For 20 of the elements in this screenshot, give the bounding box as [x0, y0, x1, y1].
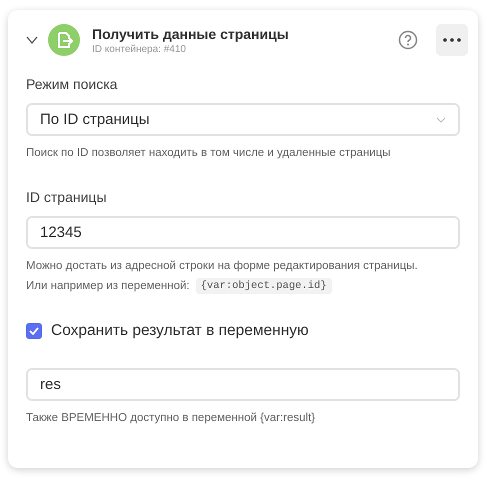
- field-label: ID страницы: [26, 189, 108, 205]
- code-snippet: {var:object.page.id}: [196, 278, 332, 294]
- container-id: ID контейнера: #410: [92, 44, 187, 54]
- input-field[interactable]: res: [26, 368, 460, 401]
- hint-text: Или например из переменной:: [26, 278, 190, 294]
- field-label: Режим поиска: [26, 76, 118, 92]
- hint-text: Поиск по ID позволяет находить в том числе и удаленные страницы: [26, 146, 392, 161]
- chevron-down-icon: [436, 116, 446, 122]
- checkmark-icon: [29, 327, 39, 335]
- hint-text: Также ВРЕМЕННО доступно в переменной {var:result}: [26, 411, 316, 426]
- block-title: Получить данные страницы: [92, 26, 290, 42]
- more-icon: [443, 38, 461, 42]
- input-field[interactable]: 12345: [26, 216, 460, 249]
- checkbox-label: Сохранить результат в переменную: [51, 322, 309, 340]
- checkbox[interactable]: [26, 323, 42, 339]
- chevron-icon[interactable]: [26, 36, 38, 44]
- more-button[interactable]: [436, 24, 468, 56]
- select-field[interactable]: По ID страницы: [26, 103, 460, 136]
- hint-text: Можно достать из адресной строки на форме редактирования страницы.: [26, 259, 419, 274]
- help-icon[interactable]: [398, 30, 418, 50]
